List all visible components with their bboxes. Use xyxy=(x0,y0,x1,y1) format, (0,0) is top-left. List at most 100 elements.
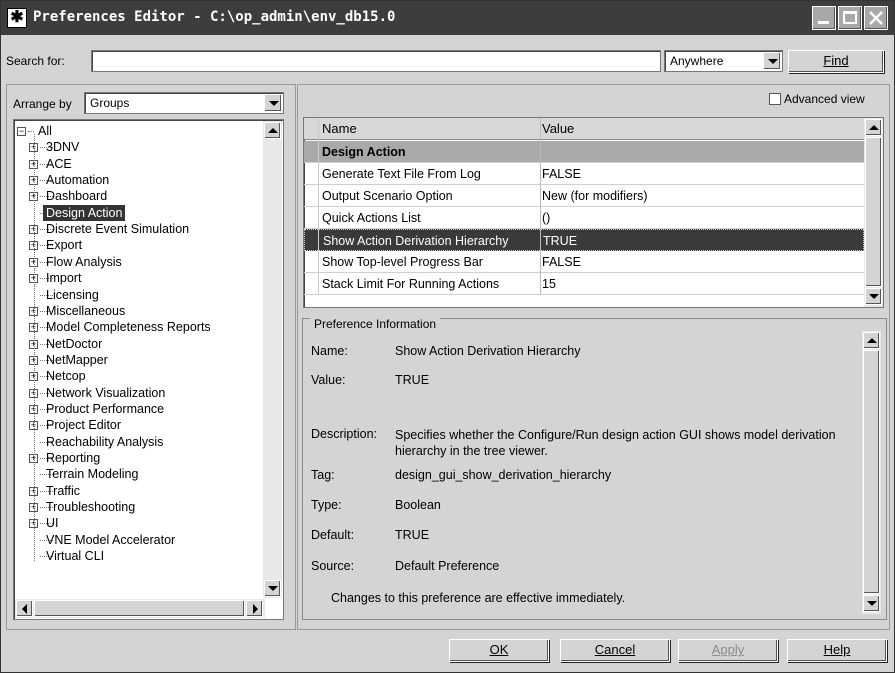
tree-item-label: All xyxy=(38,124,52,138)
preference-name-cell: Quick Actions List xyxy=(322,211,421,225)
info-type-value: Boolean xyxy=(395,498,441,512)
minimize-icon xyxy=(818,21,829,24)
grid-row[interactable]: Quick Actions List () xyxy=(304,207,864,229)
scroll-thumb[interactable] xyxy=(34,600,245,617)
scroll-down-button[interactable] xyxy=(264,580,281,597)
advanced-view-label: Advanced view xyxy=(784,92,865,106)
grid-group-row[interactable]: Design Action xyxy=(304,141,864,163)
scroll-thumb[interactable] xyxy=(863,350,880,594)
grid-header: Name Value xyxy=(304,118,864,140)
apply-label: Apply xyxy=(711,642,745,657)
info-value-label: Value: xyxy=(311,373,346,387)
info-name-value: Show Action Derivation Hierarchy xyxy=(395,344,581,358)
scroll-down-button[interactable] xyxy=(865,288,882,305)
scroll-thumb[interactable] xyxy=(865,137,882,287)
info-source-label: Source: xyxy=(311,559,355,573)
maximize-button[interactable] xyxy=(838,6,862,30)
find-label: Find xyxy=(823,53,849,68)
preference-tree[interactable]: − All +3DNV + ACE + Automation + Dashboard Design… xyxy=(13,119,284,620)
chevron-down-icon[interactable] xyxy=(763,52,781,70)
find-button[interactable]: Find xyxy=(788,50,884,73)
info-default-label: Default: xyxy=(311,528,355,542)
preference-value-cell[interactable]: TRUE xyxy=(543,234,577,248)
grid-row[interactable]: Stack Limit For Running Actions 15 xyxy=(304,273,864,295)
preference-value-cell[interactable]: () xyxy=(542,211,550,225)
grid-row[interactable]: Show Action Derivation Hierarchy TRUE xyxy=(304,229,864,251)
tree-item-label: Terrain Modeling xyxy=(46,467,139,482)
preference-grid[interactable]: Name Value Design Action Generate Text Fi… xyxy=(303,117,884,308)
tree-horizontal-scrollbar[interactable] xyxy=(15,599,265,618)
preference-value-cell[interactable]: FALSE xyxy=(542,167,581,181)
tree-item-label: Miscellaneous xyxy=(46,303,126,318)
column-header-value[interactable]: Value xyxy=(542,121,574,136)
preference-information-legend: Preference Information xyxy=(310,317,441,331)
close-button[interactable] xyxy=(864,6,888,30)
tree-item-label: Troubleshooting xyxy=(46,500,136,515)
tree-item-label: VNE Model Accelerator xyxy=(46,532,176,547)
info-name-label: Name: xyxy=(311,344,348,358)
ok-button[interactable]: OK xyxy=(449,639,549,662)
scroll-left-button[interactable] xyxy=(16,600,33,617)
grid-row[interactable]: Output Scenario Option New (for modifiers… xyxy=(304,185,864,207)
apply-button[interactable]: Apply xyxy=(678,639,778,662)
collapse-minus-icon[interactable]: − xyxy=(17,127,26,136)
info-type-label: Type: xyxy=(311,498,342,512)
search-input[interactable] xyxy=(91,50,661,72)
tree-vertical-scrollbar[interactable] xyxy=(263,121,282,598)
tree-item-label: Design Action xyxy=(43,204,126,221)
scroll-up-button[interactable] xyxy=(865,119,882,136)
info-default-value: TRUE xyxy=(395,528,430,542)
preference-name-cell: Generate Text File From Log xyxy=(322,167,481,181)
preference-value-cell[interactable]: 15 xyxy=(542,277,556,291)
info-description-label: Description: xyxy=(311,427,377,441)
preference-name-cell: Show Top-level Progress Bar xyxy=(322,255,483,269)
minimize-button[interactable] xyxy=(812,6,836,30)
info-value-value: TRUE xyxy=(395,373,430,387)
tree-vertical-connector xyxy=(34,134,35,562)
column-header-name[interactable]: Name xyxy=(322,121,357,136)
tree-item-label: Import xyxy=(46,271,82,286)
arrange-by-dropdown[interactable]: Groups xyxy=(84,92,284,114)
preference-name-cell: Stack Limit For Running Actions xyxy=(322,277,500,291)
tree-item-label: Export xyxy=(46,238,83,253)
scroll-right-button[interactable] xyxy=(246,600,263,617)
tree-item-label: Network Visualization xyxy=(46,385,166,400)
tree-item-label: Dashboard xyxy=(46,189,108,204)
scroll-down-button[interactable] xyxy=(863,595,880,612)
search-scope-dropdown[interactable]: Anywhere xyxy=(664,50,783,72)
arrange-by-value: Groups xyxy=(90,96,130,110)
info-description-value: Specifies whether the Configure/Run desi… xyxy=(395,428,836,458)
tree-item-label: Virtual CLI xyxy=(46,549,105,564)
preference-value-cell[interactable]: FALSE xyxy=(542,255,581,269)
title-bar[interactable]: ✱ Preferences Editor - C:\op_admin\env_d… xyxy=(1,1,894,35)
grid-row[interactable]: Generate Text File From Log FALSE xyxy=(304,163,864,185)
tree-item-label: Flow Analysis xyxy=(46,254,122,269)
tree-item-label: Product Performance xyxy=(46,401,165,416)
tree-item-label: Reporting xyxy=(46,451,101,465)
scroll-up-button[interactable] xyxy=(264,122,281,139)
grid-vertical-scrollbar[interactable] xyxy=(864,118,883,307)
search-label: Search for: xyxy=(6,54,65,68)
preference-name-cell: Show Action Derivation Hierarchy xyxy=(323,234,509,248)
tree-item-label: Project Editor xyxy=(46,418,122,433)
tree-item-label: Traffic xyxy=(46,483,81,498)
preference-name-cell: Output Scenario Option xyxy=(322,189,453,203)
cancel-button[interactable]: Cancel xyxy=(560,639,670,662)
asterisk-app-icon[interactable]: ✱ xyxy=(7,8,27,28)
tree-item-label: ACE xyxy=(46,156,72,171)
preference-value-cell[interactable]: New (for modifiers) xyxy=(542,189,648,203)
cancel-label: Cancel xyxy=(594,642,636,657)
info-tag-label: Tag: xyxy=(311,468,335,482)
help-button[interactable]: Help xyxy=(787,639,887,662)
info-vertical-scrollbar[interactable] xyxy=(862,331,881,614)
column-divider[interactable] xyxy=(540,118,541,294)
tree-item-label: NetMapper xyxy=(46,352,108,367)
help-label: Help xyxy=(823,642,851,657)
row-header-strip xyxy=(304,118,319,294)
preference-name-cell: Design Action xyxy=(322,145,406,159)
grid-row[interactable]: Show Top-level Progress Bar FALSE xyxy=(304,251,864,273)
checkbox-box[interactable] xyxy=(769,93,781,105)
chevron-down-icon[interactable] xyxy=(264,94,282,112)
preferences-window: ✱ Preferences Editor - C:\op_admin\env_d… xyxy=(0,0,895,673)
scroll-up-button[interactable] xyxy=(863,332,880,349)
